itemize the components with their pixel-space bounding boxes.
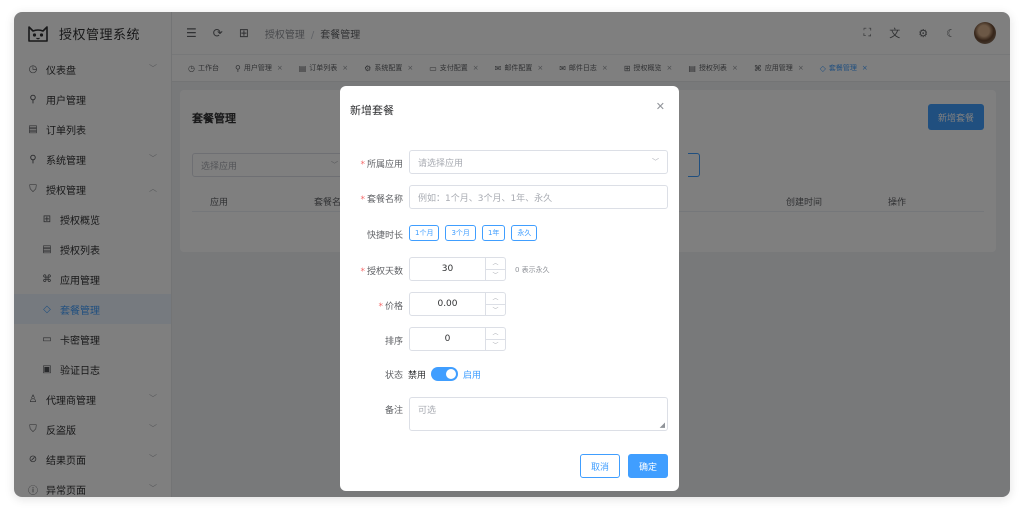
quick-duration-button[interactable]: 1个月 [409,225,440,241]
status-toggle[interactable] [431,367,459,381]
confirm-button[interactable]: 确定 [627,454,668,478]
quick-duration-button[interactable]: 永久 [511,225,538,241]
status-on-label[interactable]: 启用 [463,368,481,381]
app-window: 授权管理系统 ◷仪表盘﹀⚲用户管理▤订单列表⚲系统管理﹀⛉授权管理︿⊞授权概览▤… [14,12,1010,497]
days-value: 30 [441,264,454,274]
package-name-placeholder: 例如：1个月、3个月、1年、永久 [418,193,553,204]
name-label: * 套餐名称 [360,195,403,205]
decrement-icon[interactable]: ﹀ [486,340,505,351]
price-label: * 价格 [378,302,403,312]
price-value: 0.00 [437,299,458,309]
quick-duration-group: 1个月 3个月 1年 永久 [409,225,538,241]
form-row-sort: 排序 0 ︿ ﹀ [340,327,679,351]
status-switch-group: 禁用 启用 [408,367,481,381]
days-label: * 授权天数 [360,267,403,277]
add-package-dialog: 新增套餐 ✕ * 所属应用 请选择应用 ﹀ * 套餐名称 例如：1个月、3个月、1年… [340,86,679,491]
form-row-price: * 价格 0.00 ︿ ﹀ [340,292,679,316]
app-label: * 所属应用 [360,160,403,170]
form-row-days: * 授权天数 30 ︿ ﹀ 0 表示永久 [340,257,679,281]
form-row-remark: 备注 可选 ◢ [340,397,679,431]
dialog-title: 新增套餐 [350,104,394,117]
increment-icon[interactable]: ︿ [486,328,505,340]
quick-duration-button[interactable]: 1年 [481,225,506,241]
package-name-input[interactable]: 例如：1个月、3个月、1年、永久 [409,185,668,209]
app-select[interactable]: 请选择应用 ﹀ [409,150,668,174]
increment-icon[interactable]: ︿ [486,293,505,305]
status-off-label[interactable]: 禁用 [408,368,426,381]
decrement-icon[interactable]: ﹀ [486,305,505,316]
chevron-down-icon: ﹀ [652,158,659,166]
quick-label: 快捷时长 [366,231,403,241]
close-icon[interactable]: ✕ [656,100,665,113]
remark-placeholder: 可选 [418,406,437,416]
sort-label: 排序 [384,337,403,347]
increment-icon[interactable]: ︿ [486,258,505,270]
resize-handle-icon[interactable]: ◢ [660,421,665,429]
sort-value: 0 [444,334,451,344]
remark-textarea[interactable]: 可选 ◢ [409,397,668,431]
decrement-icon[interactable]: ﹀ [486,270,505,281]
dialog-footer: 取消 确定 [579,454,668,478]
app-select-placeholder: 请选择应用 [418,158,464,169]
form-row-app: * 所属应用 请选择应用 ﹀ [340,150,679,174]
quick-duration-button[interactable]: 3个月 [445,225,476,241]
days-stepper[interactable]: 30 ︿ ﹀ 0 表示永久 [409,257,550,281]
days-hint: 0 表示永久 [515,266,550,274]
status-label: 状态 [384,371,403,381]
sort-stepper[interactable]: 0 ︿ ﹀ [409,327,506,351]
remark-label: 备注 [384,406,403,416]
cancel-button[interactable]: 取消 [579,454,620,478]
form-row-name: * 套餐名称 例如：1个月、3个月、1年、永久 [340,185,679,209]
price-stepper[interactable]: 0.00 ︿ ﹀ [409,292,506,316]
